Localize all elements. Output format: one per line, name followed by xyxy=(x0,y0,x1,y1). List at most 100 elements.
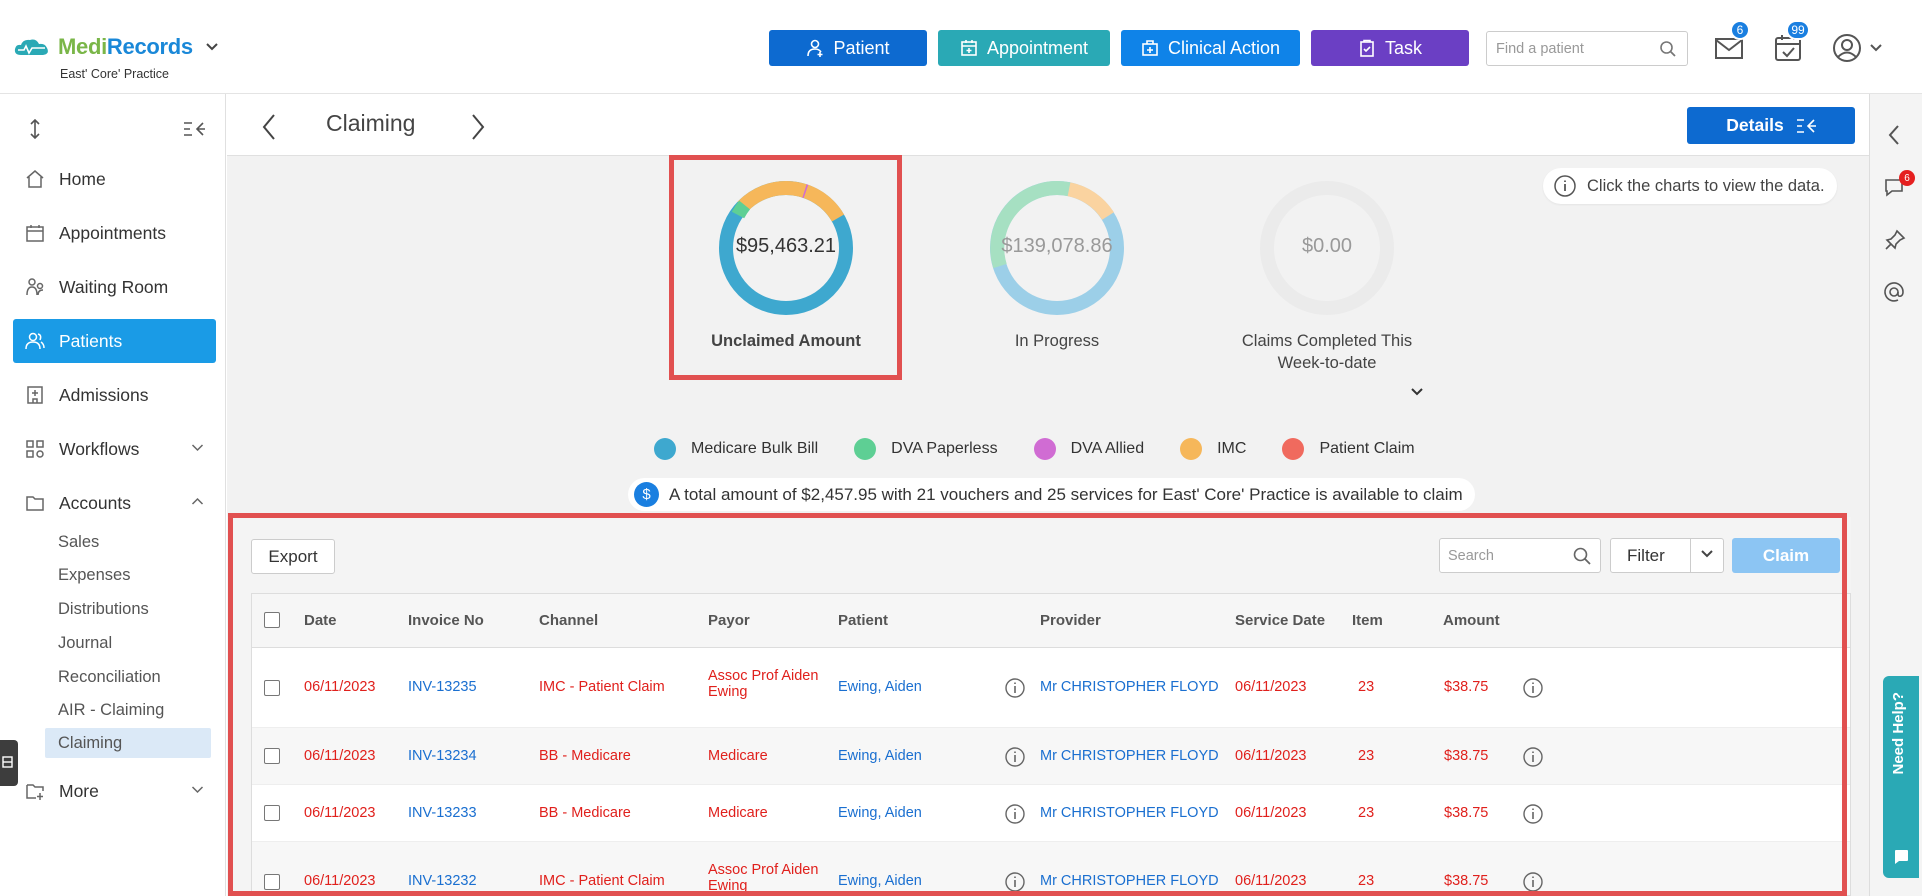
chart-hint-text: Click the charts to view the data. xyxy=(1587,176,1825,195)
find-patient-input[interactable]: Find a patient xyxy=(1486,31,1688,66)
pin-icon[interactable] xyxy=(1884,229,1906,251)
legend-item-dva-paperless[interactable]: DVA Paperless xyxy=(854,438,998,460)
sidebar-item-appointments[interactable]: Appointments xyxy=(13,211,216,255)
tasks-calendar-button[interactable]: 99 xyxy=(1772,20,1810,64)
table-highlight xyxy=(228,513,1847,896)
find-patient-placeholder: Find a patient xyxy=(1496,40,1584,57)
collapse-sidebar-icon[interactable] xyxy=(183,121,205,137)
unclaimed-chart-highlight xyxy=(669,155,902,380)
sidebar-item-more[interactable]: More xyxy=(13,769,216,813)
practice-name: East' Core' Practice xyxy=(60,67,169,81)
messages-button[interactable]: 6 xyxy=(1713,20,1750,64)
calendar-badge: 99 xyxy=(1786,20,1810,40)
details-button[interactable]: Details xyxy=(1687,107,1855,144)
page-header: Claiming Details xyxy=(227,94,1869,156)
sidebar-item-waiting-room[interactable]: Waiting Room xyxy=(13,265,216,309)
sidebar-subitem-sales[interactable]: Sales xyxy=(45,527,211,557)
sidebar-item-label: Admissions xyxy=(59,384,149,405)
legend-dot xyxy=(854,438,877,460)
previous-arrow-icon[interactable] xyxy=(261,113,277,141)
sidebar-item-home[interactable]: Home xyxy=(13,157,216,201)
chevron-down-icon xyxy=(1870,44,1882,52)
dollar-icon: $ xyxy=(634,482,659,507)
chevron-down-icon[interactable] xyxy=(205,42,219,52)
need-help-tab[interactable]: Need Help? xyxy=(1883,676,1919,878)
sidebar-subitem-reconciliation[interactable]: Reconciliation xyxy=(45,662,211,692)
legend-dot xyxy=(1180,438,1203,460)
chevron-left-icon[interactable] xyxy=(1887,124,1901,146)
legend-label: IMC xyxy=(1217,440,1247,457)
in-progress-chart[interactable]: $139,078.86 In Progress xyxy=(962,178,1152,352)
clinical-action-label: Clinical Action xyxy=(1167,37,1281,58)
home-icon xyxy=(26,170,44,188)
claims-completed-label: Claims Completed This Week-to-date xyxy=(1241,332,1413,372)
sidebar-item-label: More xyxy=(59,780,99,801)
patients-icon xyxy=(25,332,45,350)
new-patient-label: Patient xyxy=(833,37,890,58)
sidebar-tools xyxy=(0,114,226,144)
legend-item-dva-allied[interactable]: DVA Allied xyxy=(1033,438,1145,460)
sidebar: Home Appointments Waiting Room Patients … xyxy=(0,94,226,896)
folder-icon xyxy=(26,496,44,511)
app-name: MediRecords xyxy=(58,34,193,59)
sidebar-item-label: Patients xyxy=(59,330,123,351)
waiting-room-icon xyxy=(26,278,44,296)
calendar-plus-icon xyxy=(961,40,977,56)
claims-completed-chart[interactable]: $0.00 Claims Completed This Week-to-date xyxy=(1231,178,1423,374)
sidebar-item-accounts[interactable]: Accounts xyxy=(13,481,216,525)
clinical-action-button[interactable]: Clinical Action xyxy=(1121,30,1300,66)
mention-icon[interactable] xyxy=(1883,281,1905,303)
add-person-icon xyxy=(807,39,823,57)
page-title: Claiming xyxy=(326,110,416,136)
legend-label: Medicare Bulk Bill xyxy=(691,440,819,457)
new-appointment-button[interactable]: Appointment xyxy=(938,30,1110,66)
sidebar-item-admissions[interactable]: Admissions xyxy=(13,373,216,417)
chart-legend: Medicare Bulk Bill DVA Paperless DVA All… xyxy=(654,438,1451,460)
new-appointment-label: Appointment xyxy=(986,37,1089,58)
sidebar-item-label: Workflows xyxy=(59,438,140,459)
sidebar-subitem-claiming[interactable]: Claiming xyxy=(45,728,211,758)
next-arrow-icon[interactable] xyxy=(470,113,486,141)
legend-dot xyxy=(1033,438,1056,460)
details-label: Details xyxy=(1726,115,1784,135)
chevron-down-icon[interactable] xyxy=(191,785,204,794)
sidebar-subitem-expenses[interactable]: Expenses xyxy=(45,560,211,590)
legend-item-medicare[interactable]: Medicare Bulk Bill xyxy=(654,438,818,460)
sidebar-item-workflows[interactable]: Workflows xyxy=(13,427,216,471)
hospital-icon xyxy=(27,386,43,404)
need-help-label: Need Help? xyxy=(1890,692,1907,775)
sidebar-item-patients[interactable]: Patients xyxy=(13,319,216,363)
more-icon xyxy=(26,784,44,800)
cloud-logo-icon xyxy=(14,39,48,55)
sidebar-item-label: Home xyxy=(59,168,106,189)
sidebar-subitem-journal[interactable]: Journal xyxy=(45,628,211,658)
user-menu-button[interactable] xyxy=(1831,32,1883,64)
new-task-button[interactable]: Task xyxy=(1311,30,1469,66)
chevron-up-icon[interactable] xyxy=(191,497,204,506)
chevron-down-icon[interactable] xyxy=(1410,387,1424,397)
main-content: Claiming Details Click the charts to vie… xyxy=(227,94,1869,896)
search-icon[interactable] xyxy=(1659,40,1677,58)
user-avatar-icon xyxy=(1833,34,1861,62)
sidebar-subitem-distributions[interactable]: Distributions xyxy=(45,594,211,624)
expand-vertical-icon[interactable] xyxy=(27,119,43,139)
help-chat-icon xyxy=(1895,850,1908,864)
top-bar: MediRecords East' Core' Practice Patient… xyxy=(0,0,1922,94)
claims-completed-value: $0.00 xyxy=(1301,235,1353,257)
claim-summary: $ A total amount of $2,457.95 with 21 vo… xyxy=(628,478,1475,511)
chevron-down-icon[interactable] xyxy=(191,443,204,452)
new-task-label: Task xyxy=(1384,37,1422,58)
legend-label: DVA Allied xyxy=(1070,440,1145,457)
legend-item-patient-claim[interactable]: Patient Claim xyxy=(1282,438,1415,460)
info-icon xyxy=(1554,175,1576,197)
new-patient-button[interactable]: Patient xyxy=(769,30,927,66)
app-logo[interactable]: MediRecords xyxy=(12,34,219,60)
legend-item-imc[interactable]: IMC xyxy=(1180,438,1246,460)
side-drawer-handle[interactable] xyxy=(0,740,18,786)
sidebar-subitem-air-claiming[interactable]: AIR - Claiming xyxy=(45,695,211,725)
sidebar-item-label: Waiting Room xyxy=(59,276,169,297)
legend-dot xyxy=(1282,438,1305,460)
collapse-panel-icon xyxy=(1796,118,1816,133)
chat-badge: 6 xyxy=(1899,170,1915,186)
workflows-icon xyxy=(26,440,44,458)
